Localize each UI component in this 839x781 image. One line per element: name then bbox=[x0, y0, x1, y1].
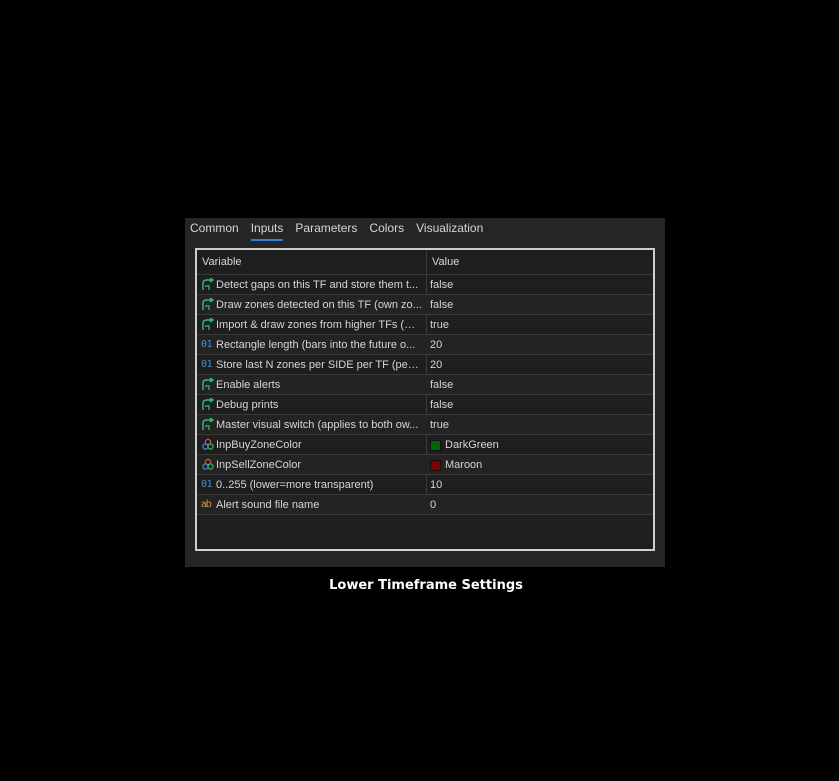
row-variable-name: Alert sound file name bbox=[216, 499, 320, 511]
row-variable-name: Import & draw zones from higher TFs (GV) bbox=[216, 319, 422, 331]
table-row[interactable]: 01 0..255 (lower=more transparent) 10 bbox=[197, 475, 653, 495]
row-variable-name: Rectangle length (bars into the future o… bbox=[216, 339, 416, 351]
column-header-variable[interactable]: Variable bbox=[202, 255, 242, 269]
row-value[interactable]: false bbox=[430, 298, 453, 312]
color-icon bbox=[201, 438, 215, 451]
tab-bar: Common Inputs Parameters Colors Visualiz… bbox=[185, 218, 483, 246]
row-value-text: 10 bbox=[430, 479, 443, 491]
row-value-text: 20 bbox=[430, 359, 443, 371]
row-value[interactable]: 0 bbox=[430, 498, 436, 512]
row-value-text: false bbox=[430, 279, 454, 291]
row-value[interactable]: false bbox=[430, 278, 453, 292]
row-variable-name: 0..255 (lower=more transparent) bbox=[216, 479, 374, 491]
table-row[interactable]: ab Alert sound file name 0 bbox=[197, 495, 653, 515]
row-variable-name: Master visual switch (applies to both ow… bbox=[216, 419, 419, 431]
row-value-text: DarkGreen bbox=[445, 439, 499, 451]
row-variable-name: Store last N zones per SIDE per TF (per … bbox=[216, 359, 422, 371]
table-row[interactable]: Draw zones detected on this TF (own zo..… bbox=[197, 295, 653, 315]
row-value-text: false bbox=[430, 299, 454, 311]
table-row[interactable]: Debug prints false bbox=[197, 395, 653, 415]
row-value[interactable]: Maroon bbox=[430, 458, 482, 472]
row-variable-name: Enable alerts bbox=[216, 379, 281, 391]
row-value-text: 20 bbox=[430, 339, 443, 351]
row-value[interactable]: 20 bbox=[430, 358, 442, 372]
row-value-text: false bbox=[430, 379, 454, 391]
row-value[interactable]: true bbox=[430, 318, 449, 332]
color-swatch[interactable] bbox=[430, 459, 441, 471]
row-variable-name: InpBuyZoneColor bbox=[216, 439, 302, 451]
table-row[interactable]: Import & draw zones from higher TFs (GV)… bbox=[197, 315, 653, 335]
int-icon: 01 bbox=[201, 359, 213, 370]
row-value-text: Maroon bbox=[445, 459, 483, 471]
row-variable-name: Debug prints bbox=[216, 399, 279, 411]
table-header: Variable Value bbox=[197, 250, 653, 275]
row-value[interactable]: 10 bbox=[430, 478, 442, 492]
bool-icon bbox=[201, 397, 215, 411]
tab-inputs[interactable]: Inputs bbox=[250, 218, 283, 241]
int-icon: 01 bbox=[201, 479, 213, 490]
int-icon: 01 bbox=[201, 339, 213, 350]
row-value[interactable]: false bbox=[430, 378, 453, 392]
tab-visualization[interactable]: Visualization bbox=[416, 218, 483, 241]
table-row[interactable]: Master visual switch (applies to both ow… bbox=[197, 415, 653, 435]
inputs-table: Variable Value Detect gaps on this TF an… bbox=[195, 248, 655, 551]
bool-icon bbox=[201, 377, 215, 391]
tab-parameters[interactable]: Parameters bbox=[295, 218, 357, 241]
row-value-text: false bbox=[430, 399, 454, 411]
table-row[interactable]: InpBuyZoneColor DarkGreen bbox=[197, 435, 653, 455]
string-icon: ab bbox=[201, 499, 212, 510]
color-swatch[interactable] bbox=[430, 439, 441, 451]
image-caption: Lower Timeframe Settings bbox=[329, 578, 523, 593]
table-row[interactable]: Enable alerts false bbox=[197, 375, 653, 395]
color-icon bbox=[201, 458, 215, 471]
bool-icon bbox=[201, 417, 215, 431]
row-value[interactable]: false bbox=[430, 398, 453, 412]
row-variable-name: Detect gaps on this TF and store them t.… bbox=[216, 279, 419, 291]
properties-dialog: Common Inputs Parameters Colors Visualiz… bbox=[185, 218, 665, 567]
row-value-text: true bbox=[430, 419, 449, 431]
bool-icon bbox=[201, 277, 215, 291]
table-row[interactable]: InpSellZoneColor Maroon bbox=[197, 455, 653, 475]
stage: Common Inputs Parameters Colors Visualiz… bbox=[0, 0, 839, 781]
table-row[interactable]: 01 Rectangle length (bars into the future… bbox=[197, 335, 653, 355]
table-body: Detect gaps on this TF and store them t.… bbox=[197, 275, 653, 515]
bool-icon bbox=[201, 317, 215, 331]
table-row[interactable]: Detect gaps on this TF and store them t.… bbox=[197, 275, 653, 295]
row-value-text: 0 bbox=[430, 499, 437, 511]
row-variable-name: InpSellZoneColor bbox=[216, 459, 301, 471]
row-value[interactable]: 20 bbox=[430, 338, 442, 352]
tab-colors[interactable]: Colors bbox=[369, 218, 404, 241]
table-row[interactable]: 01 Store last N zones per SIDE per TF (pe… bbox=[197, 355, 653, 375]
row-value[interactable]: DarkGreen bbox=[430, 438, 499, 452]
bool-icon bbox=[201, 297, 215, 311]
tab-common[interactable]: Common bbox=[190, 218, 239, 241]
row-value[interactable]: true bbox=[430, 418, 449, 432]
row-variable-name: Draw zones detected on this TF (own zo..… bbox=[216, 299, 422, 311]
column-header-value[interactable]: Value bbox=[432, 255, 459, 269]
row-value-text: true bbox=[430, 319, 449, 331]
